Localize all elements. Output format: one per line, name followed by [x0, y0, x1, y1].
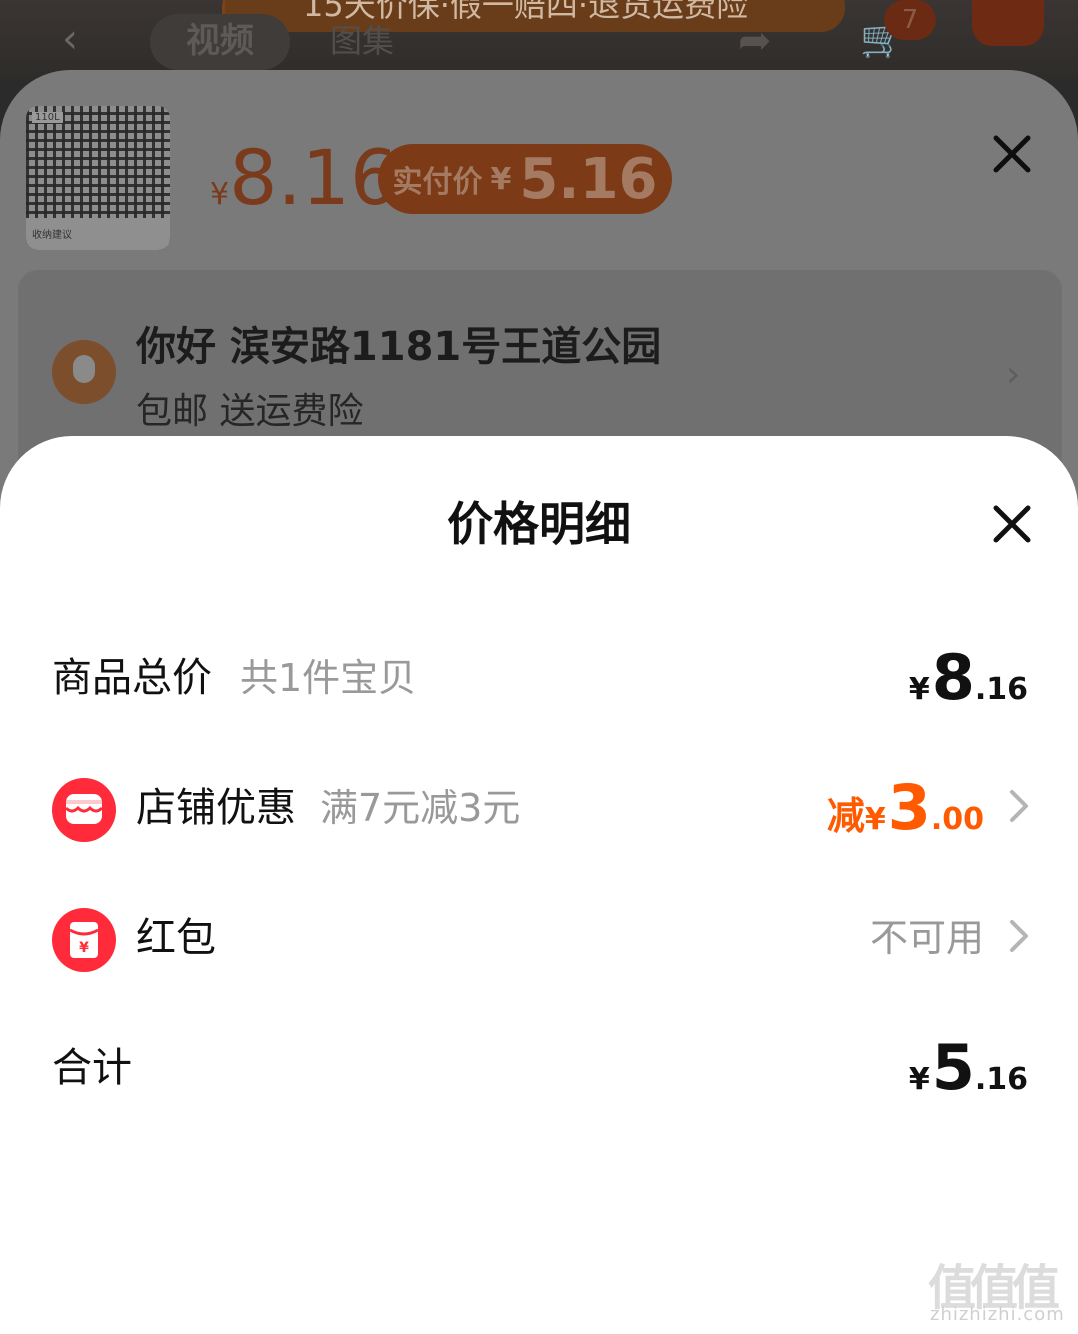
- more-menu-button[interactable]: [972, 0, 1044, 46]
- chevron-right-icon: ›: [1006, 354, 1021, 395]
- product-thumbnail[interactable]: 110L 收纳建议: [26, 106, 170, 250]
- amount-integer: 3: [887, 771, 931, 844]
- row-label: 红包: [136, 915, 216, 961]
- shipping-info: 包邮 送运费险: [136, 391, 364, 432]
- row-total: 合计 ¥ 5 .16: [0, 1028, 1078, 1108]
- share-icon[interactable]: ➦: [738, 18, 790, 64]
- actual-pay-amount: 5.16: [519, 146, 658, 212]
- price-detail-sheet: 价格明细 商品总价 共1件宝贝 ¥ 8 .16 店铺优惠 满7元减3元 减 ¥ …: [0, 436, 1078, 1334]
- chevron-right-icon: [1010, 920, 1028, 952]
- row-note: 共1件宝贝: [240, 656, 417, 700]
- amount-integer: 8: [931, 641, 975, 714]
- row-shop-discount[interactable]: 店铺优惠 满7元减3元 减 ¥ 3 .00: [0, 768, 1078, 848]
- goods-total-amount: ¥ 8 .16: [909, 638, 1028, 718]
- thumb-caption-bar: 收纳建议: [26, 218, 170, 250]
- svg-text:¥: ¥: [79, 940, 89, 956]
- back-arrow-icon[interactable]: ‹: [62, 16, 78, 62]
- currency-symbol: ¥: [864, 802, 886, 837]
- chevron-right-icon: [1010, 790, 1028, 822]
- row-note: 满7元减3元: [320, 786, 521, 830]
- product-top-bar: 15天价保·假一赔四·退货运费险 ‹ 视频 图集 ➦ 🛒 7: [0, 0, 1078, 80]
- location-pin-icon: [52, 340, 116, 404]
- red-packet-status: 不可用: [869, 916, 984, 960]
- sku-close-icon[interactable]: [990, 132, 1034, 176]
- discount-prefix: 减: [826, 794, 865, 838]
- watermark-text: zhizhizhi.com: [930, 1304, 1065, 1325]
- close-icon[interactable]: [990, 502, 1034, 546]
- red-packet-icon: ¥: [52, 908, 116, 972]
- row-label: 店铺优惠: [136, 785, 296, 831]
- row-label: 商品总价: [52, 655, 212, 701]
- price-value: 8.16: [229, 133, 399, 222]
- thumb-capacity-tag: 110L: [32, 112, 63, 123]
- product-price: ¥8.16: [210, 140, 398, 233]
- currency-symbol: ¥: [908, 672, 930, 707]
- shop-icon: [52, 778, 116, 842]
- sheet-title: 价格明细: [447, 497, 631, 551]
- actual-pay-pill[interactable]: 实付价 ¥ 5.16: [378, 144, 672, 214]
- actual-pay-currency: ¥: [490, 161, 512, 197]
- amount-integer: 5: [931, 1031, 975, 1104]
- price-currency: ¥: [210, 177, 230, 212]
- cart-count-badge: 7: [884, 0, 936, 40]
- address-line: 你好 滨安路1181号王道公园: [136, 324, 662, 370]
- total-amount: ¥ 5 .16: [909, 1028, 1028, 1108]
- watermark-logo: 值值值 zhizhizhi.com: [928, 1248, 1070, 1330]
- amount-decimal: .16: [974, 672, 1028, 707]
- amount-decimal: .16: [974, 1062, 1028, 1097]
- currency-symbol: ¥: [908, 1062, 930, 1097]
- actual-pay-label: 实付价: [392, 165, 483, 200]
- tab-gallery[interactable]: 图集: [330, 14, 394, 68]
- row-red-packet[interactable]: ¥ 红包 不可用: [0, 898, 1078, 978]
- row-label: 合计: [52, 1045, 132, 1091]
- thumb-caption: 收纳建议: [32, 230, 72, 241]
- shop-discount-amount: 减 ¥ 3 .00: [827, 768, 984, 848]
- row-goods-total: 商品总价 共1件宝贝 ¥ 8 .16: [0, 638, 1078, 718]
- amount-decimal: .00: [930, 802, 984, 837]
- tab-video[interactable]: 视频: [150, 14, 290, 70]
